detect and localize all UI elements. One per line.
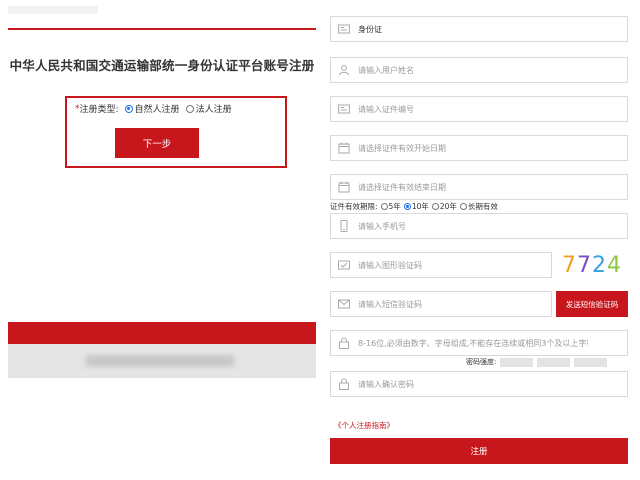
strength-segment-weak — [500, 357, 534, 367]
id-card-icon — [338, 23, 350, 35]
id-type-input[interactable] — [358, 24, 588, 34]
validity-10y-radio[interactable] — [403, 203, 411, 210]
register-button[interactable]: 注册 — [330, 438, 628, 464]
header-divider — [8, 28, 316, 30]
verify-code-icon — [338, 259, 350, 271]
user-icon — [338, 64, 350, 76]
id-card-icon — [338, 103, 350, 115]
message-icon — [338, 298, 350, 310]
captcha-code: 7724 — [562, 253, 622, 278]
captcha-field[interactable] — [330, 252, 552, 278]
name-input[interactable] — [358, 65, 588, 75]
validity-10y-label[interactable]: 10年 — [412, 201, 429, 212]
confirm-password-field[interactable] — [330, 371, 628, 397]
lock-icon — [338, 378, 350, 390]
confirm-password-input[interactable] — [358, 379, 588, 389]
legal-person-radio[interactable] — [185, 104, 194, 113]
validity-long-term-label[interactable]: 长期有效 — [468, 201, 498, 212]
footer — [8, 344, 316, 378]
legal-person-label[interactable]: 法人注册 — [196, 102, 232, 115]
strength-segment-strong — [574, 357, 608, 367]
footer-red-bar — [8, 322, 316, 344]
id-type-field[interactable] — [330, 16, 628, 42]
registration-type-row: * 注册类型: 自然人注册 法人注册 — [75, 102, 232, 116]
natural-person-radio[interactable] — [124, 104, 133, 113]
sms-code-input[interactable] — [358, 299, 551, 309]
send-sms-code-button[interactable]: 发送短信验证码 — [556, 291, 628, 317]
captcha-digit: 4 — [607, 252, 622, 278]
strength-segment-medium — [537, 357, 571, 367]
calendar-icon — [338, 142, 350, 154]
natural-person-label[interactable]: 自然人注册 — [135, 102, 180, 115]
validity-20y-radio[interactable] — [431, 203, 439, 210]
id-number-input[interactable] — [358, 104, 588, 114]
end-date-field[interactable] — [330, 174, 628, 200]
sms-code-field[interactable] — [330, 291, 552, 317]
phone-input[interactable] — [358, 221, 588, 231]
password-input[interactable] — [358, 338, 588, 348]
id-number-field[interactable] — [330, 96, 628, 122]
registration-guide-link[interactable]: 《个人注册指南》 — [334, 420, 394, 431]
phone-field[interactable] — [330, 213, 628, 239]
registration-type-panel: * 注册类型: 自然人注册 法人注册 下一步 — [65, 96, 287, 168]
validity-20y-label[interactable]: 20年 — [440, 201, 457, 212]
password-strength-meter: 密码强度: — [466, 357, 608, 367]
phone-icon — [338, 220, 350, 232]
validity-period-row: 证件有效期限: 5年 10年 20年 长期有效 — [330, 201, 498, 212]
password-strength-label: 密码强度: — [466, 358, 497, 366]
end-date-input[interactable] — [358, 182, 588, 192]
captcha-input[interactable] — [358, 260, 551, 270]
captcha-digit: 2 — [592, 252, 607, 278]
password-field[interactable] — [330, 330, 628, 356]
top-blurred-bar — [8, 6, 98, 14]
next-step-button[interactable]: 下一步 — [115, 128, 199, 158]
name-field[interactable] — [330, 57, 628, 83]
captcha-image[interactable]: 7724 — [556, 252, 628, 278]
registration-type-label: 注册类型: — [79, 105, 119, 115]
start-date-field[interactable] — [330, 135, 628, 161]
captcha-digit: 7 — [562, 252, 577, 278]
captcha-digit: 7 — [577, 252, 592, 278]
validity-label: 证件有效期限: — [330, 202, 378, 211]
lock-icon — [338, 337, 350, 349]
start-date-input[interactable] — [358, 143, 588, 153]
footer-blurred-text — [86, 355, 234, 367]
validity-5y-label[interactable]: 5年 — [389, 201, 401, 212]
validity-5y-radio[interactable] — [380, 203, 388, 210]
page-title: 中华人民共和国交通运输部统一身份认证平台账号注册 — [9, 58, 315, 73]
calendar-icon — [338, 181, 350, 193]
validity-long-term-radio[interactable] — [459, 203, 467, 210]
